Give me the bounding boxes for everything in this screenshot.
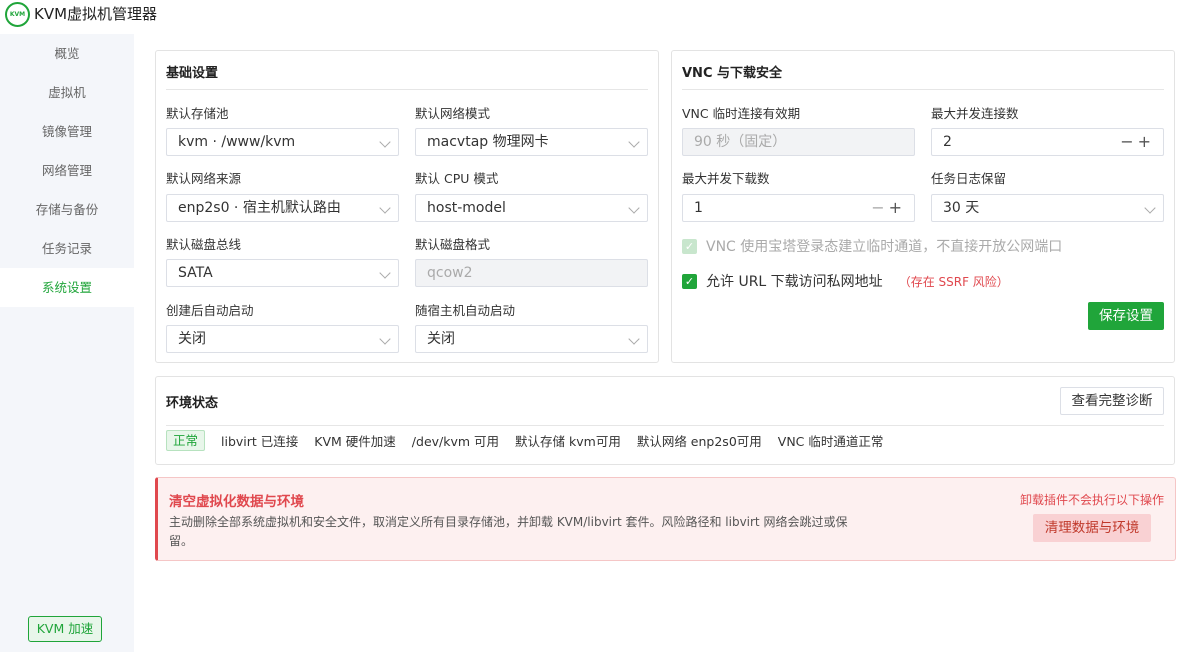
divider (166, 425, 1164, 426)
chevron-down-icon (379, 202, 391, 214)
danger-title: 清空虚拟化数据与环境 (169, 494, 304, 510)
full-diagnosis-button[interactable]: 查看完整诊断 (1060, 387, 1164, 415)
chevron-down-icon (628, 202, 640, 214)
environment-title: 环境状态 (166, 396, 219, 411)
log-retention-value: 30 天 (943, 200, 980, 216)
disk-bus-select[interactable]: SATA (166, 259, 399, 287)
cpu-mode-select[interactable]: host-model (415, 194, 648, 222)
environment-panel (155, 376, 1175, 465)
ssrf-warning: （存在 SSRF 风险） (898, 274, 1009, 289)
sidebar-item-vms[interactable]: 虚拟机 (0, 73, 134, 112)
log-retention-label: 任务日志保留 (931, 171, 1007, 186)
status-item: 默认网络 enp2s0可用 (636, 434, 762, 449)
network-mode-value: macvtap 物理网卡 (427, 134, 549, 150)
chevron-down-icon (379, 136, 391, 148)
danger-description: 主动删除全部系统虚拟机和安全文件，取消定义所有目录存储池，并卸载 KVM/lib… (169, 515, 848, 548)
max-downloads-label: 最大并发下载数 (682, 171, 770, 186)
cpu-mode-value: host-model (427, 200, 506, 216)
autostart-with-host-select[interactable]: 关闭 (415, 325, 648, 353)
network-source-label: 默认网络来源 (166, 171, 242, 186)
vnc-validity-field: 90 秒（固定） (682, 128, 915, 156)
disk-bus-label: 默认磁盘总线 (166, 237, 242, 252)
status-item: KVM 硬件加速 (314, 434, 396, 449)
danger-zone: 清空虚拟化数据与环境 主动删除全部系统虚拟机和安全文件，取消定义所有目录存储池，… (155, 477, 1176, 561)
vnc-validity-value: 90 秒（固定） (694, 134, 787, 150)
app-title: KVM虚拟机管理器 (34, 5, 158, 23)
divider (682, 89, 1164, 90)
vnc-security-title: VNC 与下载安全 (682, 66, 783, 81)
save-settings-button[interactable]: 保存设置 (1088, 302, 1164, 330)
vnc-validity-label: VNC 临时连接有效期 (682, 106, 801, 121)
basic-settings-title: 基础设置 (166, 66, 219, 81)
autostart-after-create-label: 创建后自动启动 (166, 303, 254, 318)
chevron-down-icon (628, 333, 640, 345)
sidebar-item-tasks[interactable]: 任务记录 (0, 229, 134, 268)
max-downloads-stepper[interactable]: 1 −+ (682, 194, 915, 222)
autostart-with-host-value: 关闭 (427, 331, 455, 347)
storage-pool-label: 默认存储池 (166, 106, 229, 121)
autostart-after-create-select[interactable]: 关闭 (166, 325, 399, 353)
status-item: VNC 临时通道正常 (777, 434, 884, 449)
status-item: libvirt 已连接 (221, 434, 299, 449)
disk-format-field: qcow2 (415, 259, 648, 287)
check-icon[interactable]: ✓ (682, 273, 697, 289)
vnc-tunnel-label: VNC 使用宝塔登录态建立临时通道，不直接开放公网端口 (706, 239, 1063, 255)
disk-format-value: qcow2 (427, 265, 473, 281)
network-source-select[interactable]: enp2s0 · 宿主机默认路由 (166, 194, 399, 222)
chevron-down-icon (379, 267, 391, 279)
title-bar: KVM KVM虚拟机管理器 (0, 0, 1193, 34)
sidebar-item-network[interactable]: 网络管理 (0, 151, 134, 190)
status-item: 默认存储 kvm可用 (515, 434, 621, 449)
status-item: /dev/kvm 可用 (411, 434, 500, 449)
plus-icon[interactable]: + (889, 198, 906, 217)
private-url-label: 允许 URL 下载访问私网地址 (706, 274, 883, 290)
storage-pool-value: kvm · /www/kvm (178, 134, 296, 150)
stepper-buttons[interactable]: −+ (871, 195, 906, 221)
max-connections-label: 最大并发连接数 (931, 106, 1019, 121)
sidebar-item-settings[interactable]: 系统设置 (0, 268, 134, 307)
disk-bus-value: SATA (178, 265, 213, 281)
kvm-acceleration-badge: KVM 加速 (28, 616, 102, 642)
sidebar-item-storage-backup[interactable]: 存储与备份 (0, 190, 134, 229)
private-url-checkbox[interactable]: ✓ 允许 URL 下载访问私网地址 （存在 SSRF 风险） (682, 271, 1009, 291)
danger-note: 卸载插件不会执行以下操作 (1019, 493, 1164, 507)
storage-pool-select[interactable]: kvm · /www/kvm (166, 128, 399, 156)
kvm-logo-icon: KVM (5, 2, 30, 27)
chevron-down-icon (379, 333, 391, 345)
network-mode-label: 默认网络模式 (415, 106, 491, 121)
stepper-buttons[interactable]: −+ (1120, 129, 1155, 155)
autostart-after-create-value: 关闭 (178, 331, 206, 347)
chevron-down-icon (1144, 202, 1156, 214)
vnc-tunnel-checkbox: ✓ VNC 使用宝塔登录态建立临时通道，不直接开放公网端口 (682, 236, 1062, 256)
sidebar-item-images[interactable]: 镜像管理 (0, 112, 134, 151)
environment-status-row: 正常 libvirt 已连接 KVM 硬件加速 /dev/kvm 可用 默认存储… (166, 430, 899, 451)
minus-icon[interactable]: − (1120, 132, 1137, 151)
status-badge: 正常 (166, 430, 206, 451)
max-downloads-value: 1 (694, 200, 703, 216)
autostart-with-host-label: 随宿主机自动启动 (415, 303, 516, 318)
disk-format-label: 默认磁盘格式 (415, 237, 491, 252)
check-icon: ✓ (682, 238, 697, 254)
plus-icon[interactable]: + (1138, 132, 1155, 151)
network-mode-select[interactable]: macvtap 物理网卡 (415, 128, 648, 156)
cpu-mode-label: 默认 CPU 模式 (415, 171, 499, 186)
max-connections-stepper[interactable]: 2 −+ (931, 128, 1164, 156)
max-connections-value: 2 (943, 134, 952, 150)
chevron-down-icon (628, 136, 640, 148)
cleanup-button[interactable]: 清理数据与环境 (1033, 514, 1151, 542)
network-source-value: enp2s0 · 宿主机默认路由 (178, 200, 341, 216)
log-retention-select[interactable]: 30 天 (931, 194, 1164, 222)
divider (166, 89, 648, 90)
sidebar-item-overview[interactable]: 概览 (0, 34, 134, 73)
minus-icon[interactable]: − (871, 198, 888, 217)
sidebar: 概览 虚拟机 镜像管理 网络管理 存储与备份 任务记录 系统设置 KVM 加速 (0, 34, 134, 652)
